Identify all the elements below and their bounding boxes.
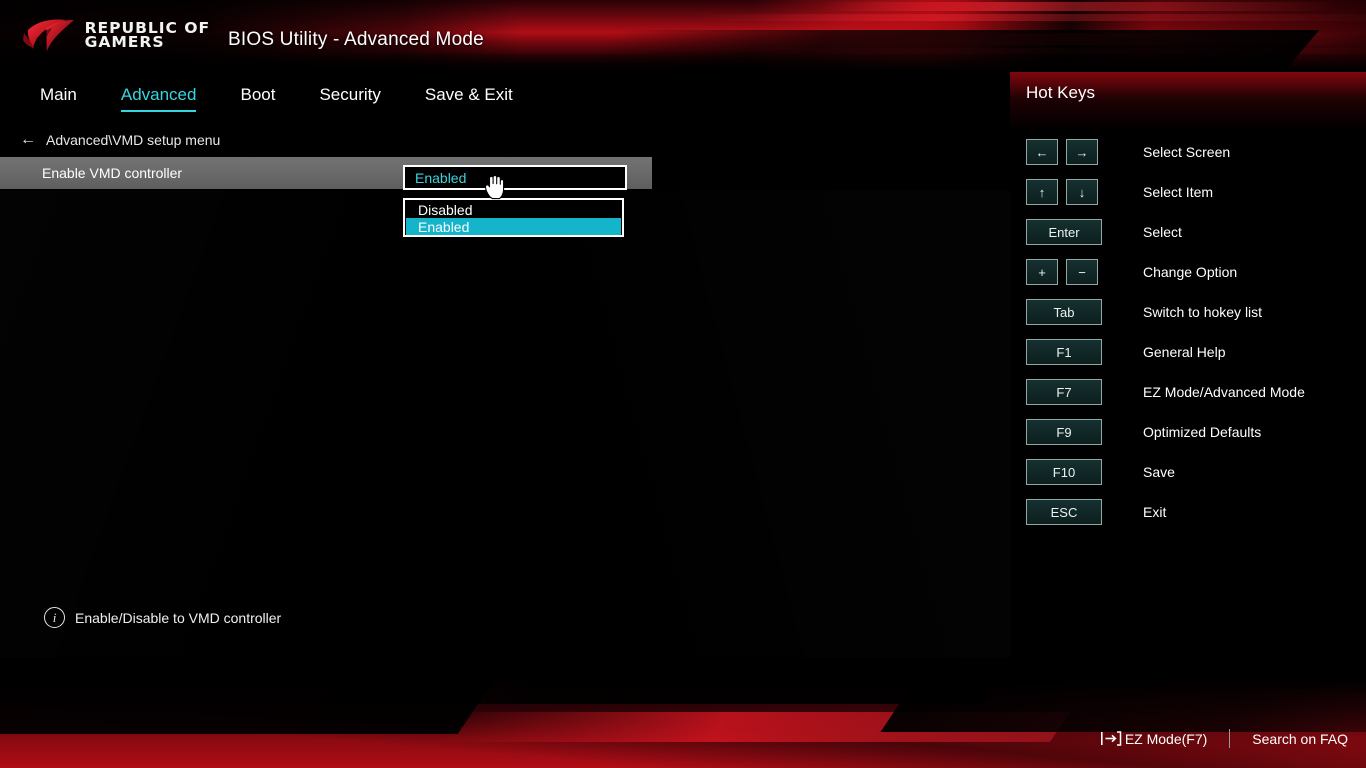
tab-boot[interactable]: Boot	[240, 85, 275, 109]
rog-wordmark: REPUBLIC OF GAMERS	[84, 20, 210, 51]
dropdown-option-enabled[interactable]: Enabled	[406, 218, 621, 235]
hotkey-row: ← → Select Screen	[1026, 132, 1366, 172]
key-cap[interactable]: F1	[1026, 339, 1102, 365]
rog-logo: REPUBLIC OF GAMERS	[22, 17, 210, 53]
hotkey-row: F9 Optimized Defaults	[1026, 412, 1366, 452]
hotkey-description: Select	[1143, 224, 1182, 240]
hotkey-description: Change Option	[1143, 264, 1238, 280]
key-cap[interactable]: −	[1066, 259, 1098, 285]
hotkey-keys: F1	[1026, 339, 1122, 365]
key-cap[interactable]: ←	[1026, 139, 1058, 165]
help-line: i Enable/Disable to VMD controller	[44, 607, 281, 628]
hotkey-row: F1 General Help	[1026, 332, 1366, 372]
hotkey-keys: ↑ ↓	[1026, 179, 1122, 205]
bottom-banner	[0, 658, 1366, 768]
hotkeys-panel-title: Hot Keys	[1026, 83, 1095, 102]
ez-mode-label: EZ Mode(F7)	[1124, 730, 1208, 747]
footer-bar: EZ Mode(F7) Search on FAQ	[1100, 729, 1348, 748]
key-cap[interactable]: F7	[1026, 379, 1102, 405]
hotkeys-list: ← → Select Screen ↑ ↓ Select Item Enter Select +…	[1026, 132, 1366, 532]
ez-mode-button[interactable]: EZ Mode(F7)	[1100, 731, 1207, 747]
hotkey-row: Enter Select	[1026, 212, 1366, 252]
vmd-controller-dropdown-list[interactable]: Disabled Enabled	[403, 198, 624, 237]
page-title: BIOS Utility - Advanced Mode	[228, 29, 484, 50]
arrow-left-icon[interactable]: ←	[20, 132, 36, 148]
hotkey-row: + − Change Option	[1026, 252, 1366, 292]
hotkey-description: General Help	[1143, 344, 1226, 360]
key-cap[interactable]: ↑	[1026, 179, 1058, 205]
key-cap[interactable]: Enter	[1026, 219, 1102, 245]
help-text: Enable/Disable to VMD controller	[75, 609, 282, 626]
hotkey-description: Select Item	[1143, 184, 1214, 200]
rog-eye-logo-icon	[23, 19, 74, 51]
hotkey-keys: ESC	[1026, 499, 1122, 525]
hotkey-keys: F7	[1026, 379, 1122, 405]
vmd-controller-value: Enabled	[415, 169, 467, 186]
hotkey-row: Tab Switch to hokey list	[1026, 292, 1366, 332]
tab-save-exit[interactable]: Save & Exit	[425, 85, 513, 109]
hotkey-keys: Tab	[1026, 299, 1122, 325]
search-on-faq-link[interactable]: Search on FAQ	[1252, 731, 1348, 747]
breadcrumb-path: Advanced\VMD setup menu	[46, 132, 221, 148]
key-cap[interactable]: ESC	[1026, 499, 1102, 525]
key-cap[interactable]: F10	[1026, 459, 1102, 485]
banner-bottom-fade	[0, 52, 1366, 72]
setting-label: Enable VMD controller	[42, 165, 183, 181]
hotkey-keys: F9	[1026, 419, 1122, 445]
hotkey-keys: Enter	[1026, 219, 1122, 245]
bios-screen: REPUBLIC OF GAMERS BIOS Utility - Advanc…	[0, 0, 1366, 768]
exit-arrow-icon	[1100, 731, 1122, 746]
footer-top-fade	[0, 658, 1366, 692]
vmd-controller-combobox[interactable]: Enabled	[403, 165, 627, 190]
dropdown-option-disabled[interactable]: Disabled	[406, 201, 621, 218]
hotkey-keys: F10	[1026, 459, 1122, 485]
hotkey-keys: + −	[1026, 259, 1122, 285]
tab-main[interactable]: Main	[40, 85, 77, 109]
hotkey-description: Optimized Defaults	[1143, 424, 1262, 440]
tab-advanced[interactable]: Advanced	[120, 85, 196, 112]
rog-wordmark-line2: GAMERS	[84, 33, 165, 51]
hotkey-description: Exit	[1143, 504, 1167, 520]
nav-tab-list: Main Advanced Boot Security Save & Exit	[40, 72, 557, 122]
hotkey-description: Save	[1143, 464, 1175, 480]
key-cap[interactable]: →	[1066, 139, 1098, 165]
hotkey-row: F7 EZ Mode/Advanced Mode	[1026, 372, 1366, 412]
footer-divider	[1229, 729, 1231, 748]
hotkey-description: Switch to hokey list	[1143, 304, 1263, 320]
main-background-texture	[0, 190, 1010, 670]
key-cap[interactable]: ↓	[1066, 179, 1098, 205]
info-circle-icon: i	[44, 607, 65, 628]
tab-security[interactable]: Security	[319, 85, 380, 109]
nav-bar: Main Advanced Boot Security Save & Exit	[0, 72, 1366, 122]
hotkey-row: F10 Save	[1026, 452, 1366, 492]
banner-streak	[697, 14, 1366, 21]
key-cap[interactable]: Tab	[1026, 299, 1102, 325]
hotkey-keys: ← →	[1026, 139, 1122, 165]
hotkey-row: ESC Exit	[1026, 492, 1366, 532]
key-cap[interactable]: +	[1026, 259, 1058, 285]
hotkey-description: Select Screen	[1143, 144, 1231, 160]
breadcrumb[interactable]: ← Advanced\VMD setup menu	[20, 132, 221, 149]
banner-streak	[816, 2, 1344, 11]
hotkey-row: ↑ ↓ Select Item	[1026, 172, 1366, 212]
hotkey-description: EZ Mode/Advanced Mode	[1143, 384, 1305, 400]
key-cap[interactable]: F9	[1026, 419, 1102, 445]
